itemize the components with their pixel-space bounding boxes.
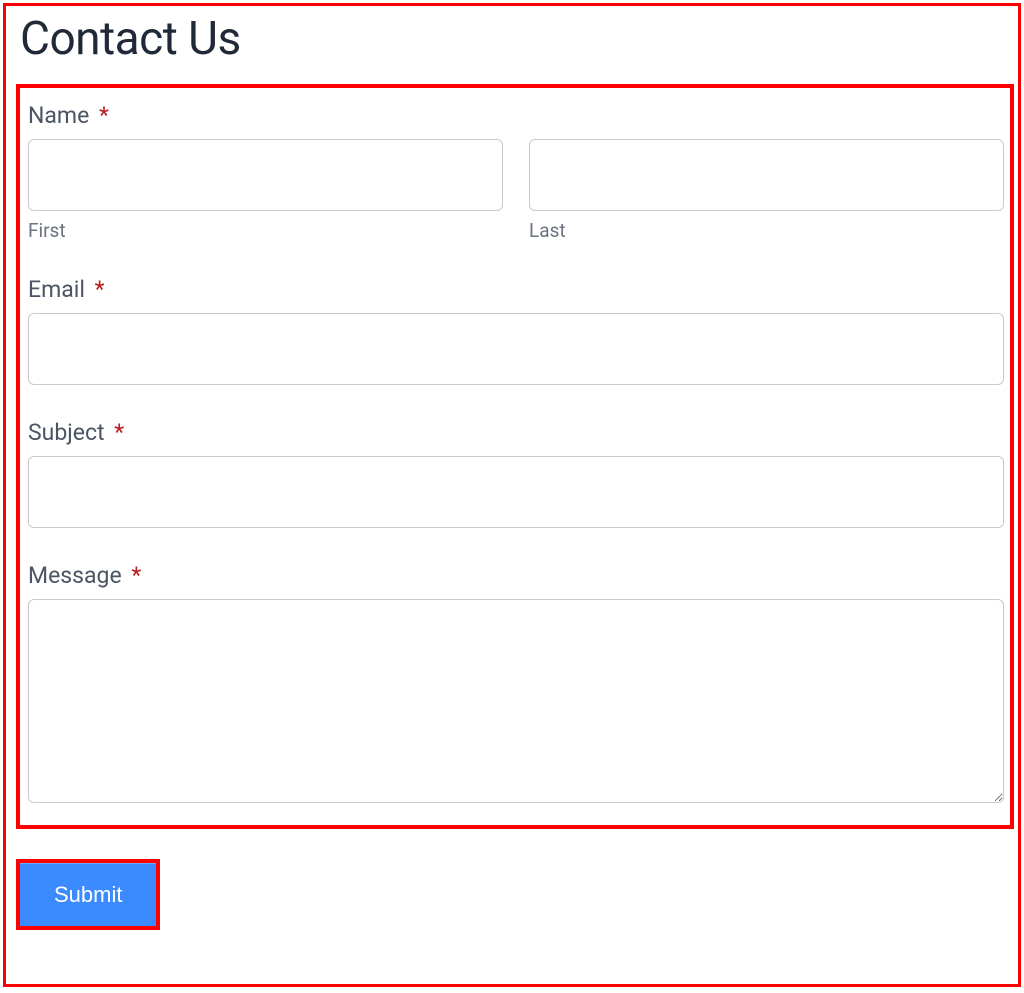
submit-button[interactable]: Submit [20,863,156,926]
message-label-text: Message [28,562,122,589]
form-fields-highlight: Name * First Last Email * [16,84,1014,829]
email-label: Email * [28,276,1004,303]
subject-label: Subject * [28,419,1004,446]
subject-input[interactable] [28,456,1004,528]
email-field-group: Email * [28,276,1004,385]
subject-field-group: Subject * [28,419,1004,528]
required-asterisk-icon: * [99,102,109,129]
name-row: First Last [28,139,1004,242]
required-asterisk-icon: * [114,419,124,446]
last-name-input[interactable] [529,139,1004,211]
first-name-sublabel: First [28,219,503,242]
message-field-group: Message * [28,562,1004,807]
required-asterisk-icon: * [131,562,141,589]
last-name-sublabel: Last [529,219,1004,242]
last-name-col: Last [529,139,1004,242]
required-asterisk-icon: * [95,276,105,303]
name-field-group: Name * First Last [28,102,1004,242]
email-label-text: Email [28,276,85,303]
name-label: Name * [28,102,1004,129]
submit-button-highlight: Submit [16,859,160,930]
page-title: Contact Us [20,12,1014,66]
message-textarea[interactable] [28,599,1004,803]
first-name-col: First [28,139,503,242]
name-label-text: Name [28,102,89,129]
first-name-input[interactable] [28,139,503,211]
message-label: Message * [28,562,1004,589]
subject-label-text: Subject [28,419,105,446]
form-outer-frame: Contact Us Name * First Last Email [3,3,1021,987]
email-input[interactable] [28,313,1004,385]
